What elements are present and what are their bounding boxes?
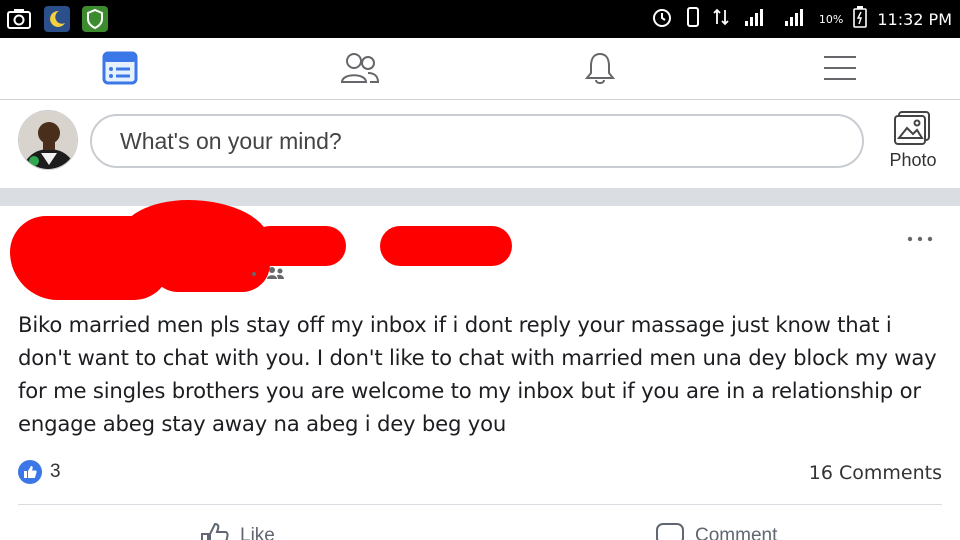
night-mode-icon xyxy=(44,6,70,32)
like-reaction-icon xyxy=(18,460,42,484)
friends-icon xyxy=(340,53,380,83)
comment-button[interactable]: Comment xyxy=(655,522,777,540)
post-more-options-button[interactable] xyxy=(900,224,940,254)
bell-icon xyxy=(584,52,616,84)
reactions-summary[interactable]: 3 xyxy=(18,460,61,484)
ellipsis-icon xyxy=(907,236,933,242)
comment-label: Comment xyxy=(695,525,778,540)
alarm-icon xyxy=(651,6,673,32)
vibrate-icon xyxy=(683,6,703,32)
like-label: Like xyxy=(240,525,275,540)
feed-post: Biko married men pls stay off my inbox i… xyxy=(0,200,960,540)
whats-on-your-mind-input[interactable]: What's on your mind? xyxy=(90,114,864,168)
tab-news-feed[interactable] xyxy=(98,48,142,88)
shield-icon xyxy=(82,6,108,32)
signal-icon-2 xyxy=(779,7,809,31)
battery-percent: 10% xyxy=(818,12,844,26)
tab-friends[interactable] xyxy=(338,48,382,88)
comment-icon xyxy=(656,523,684,540)
battery-icon xyxy=(853,6,868,32)
tab-menu[interactable] xyxy=(818,48,862,88)
news-feed-icon xyxy=(102,51,138,85)
avatar[interactable] xyxy=(18,110,78,170)
tab-notifications[interactable] xyxy=(578,48,622,88)
friends-privacy-icon xyxy=(250,264,288,285)
top-nav-bar xyxy=(0,38,960,100)
post-body-text: Biko married men pls stay off my inbox i… xyxy=(18,312,937,436)
screenshot-icon xyxy=(6,6,32,32)
photo-icon xyxy=(894,111,930,145)
feed-divider xyxy=(0,188,960,206)
redaction-mark xyxy=(380,226,512,266)
signal-icon xyxy=(739,7,769,31)
hamburger-menu-icon xyxy=(824,56,856,80)
post-composer: What's on your mind? Photo xyxy=(0,100,960,188)
clock: 11:32 PM xyxy=(877,9,952,29)
status-bar: 10% 11:32 PM xyxy=(0,0,960,38)
post-actions-divider xyxy=(18,504,942,505)
like-button[interactable]: Like xyxy=(200,522,275,540)
like-count: 3 xyxy=(50,461,61,482)
thumbs-up-icon xyxy=(201,522,229,540)
redaction-mark xyxy=(250,226,346,266)
photo-label: Photo xyxy=(889,150,937,170)
comments-count-link[interactable]: 16 Comments xyxy=(809,462,942,484)
data-transfer-icon xyxy=(713,7,729,31)
photo-button[interactable]: Photo xyxy=(880,110,946,180)
